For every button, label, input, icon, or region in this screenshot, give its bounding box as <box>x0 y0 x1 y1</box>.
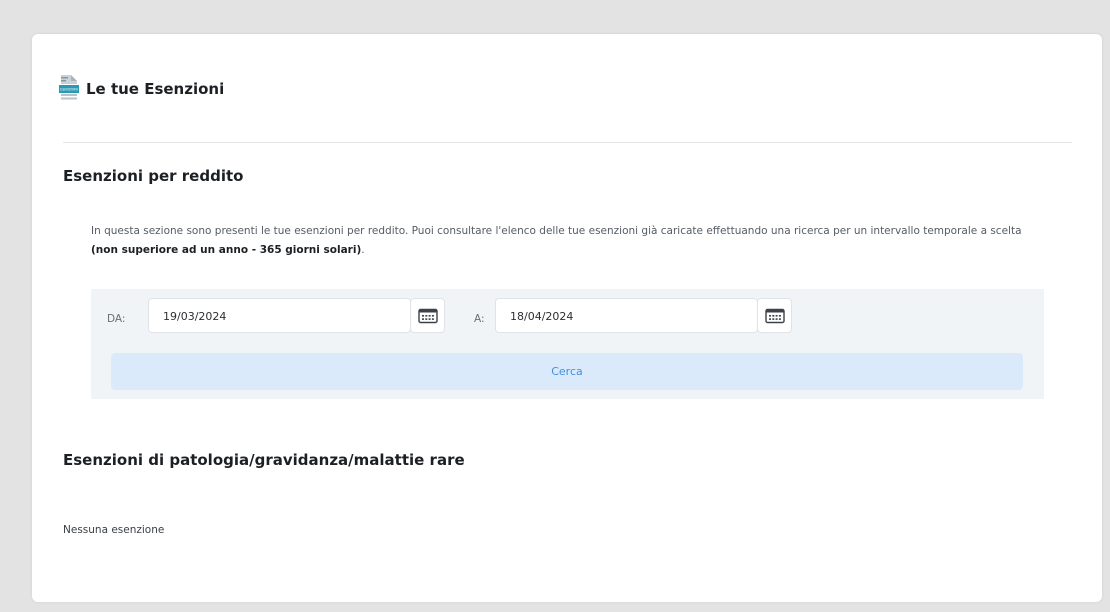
exemption-document-icon: ESENZIONI <box>59 75 79 100</box>
income-section-title: Esenzioni per reddito <box>63 167 244 185</box>
calendar-icon <box>417 308 438 323</box>
date-search-panel: DA: 19/03/2024 A: 18/04/2024 Cerca <box>91 289 1044 399</box>
calendar-icon <box>764 308 785 323</box>
search-button[interactable]: Cerca <box>111 353 1023 390</box>
empty-state-text: Nessuna esenzione <box>63 524 165 536</box>
header-divider <box>63 142 1072 143</box>
icon-text: ESENZIONI <box>60 88 77 92</box>
description-bold: (non superiore ad un anno - 365 giorni s… <box>91 244 362 256</box>
description-text: In questa sezione sono presenti le tue e… <box>91 225 1022 237</box>
from-date-field[interactable]: 19/03/2024 <box>148 298 411 333</box>
page-header: ESENZIONI Le tue Esenzioni <box>58 74 224 104</box>
pathology-section-title: Esenzioni di patologia/gravidanza/malatt… <box>63 451 465 469</box>
from-calendar-button[interactable] <box>410 298 445 333</box>
from-label: DA: <box>107 313 126 325</box>
to-date-field[interactable]: 18/04/2024 <box>495 298 758 333</box>
income-section-description: In questa sezione sono presenti le tue e… <box>91 222 1051 260</box>
to-calendar-button[interactable] <box>757 298 792 333</box>
description-end: . <box>361 244 365 256</box>
to-label: A: <box>474 313 485 325</box>
page-title: Le tue Esenzioni <box>86 80 225 98</box>
